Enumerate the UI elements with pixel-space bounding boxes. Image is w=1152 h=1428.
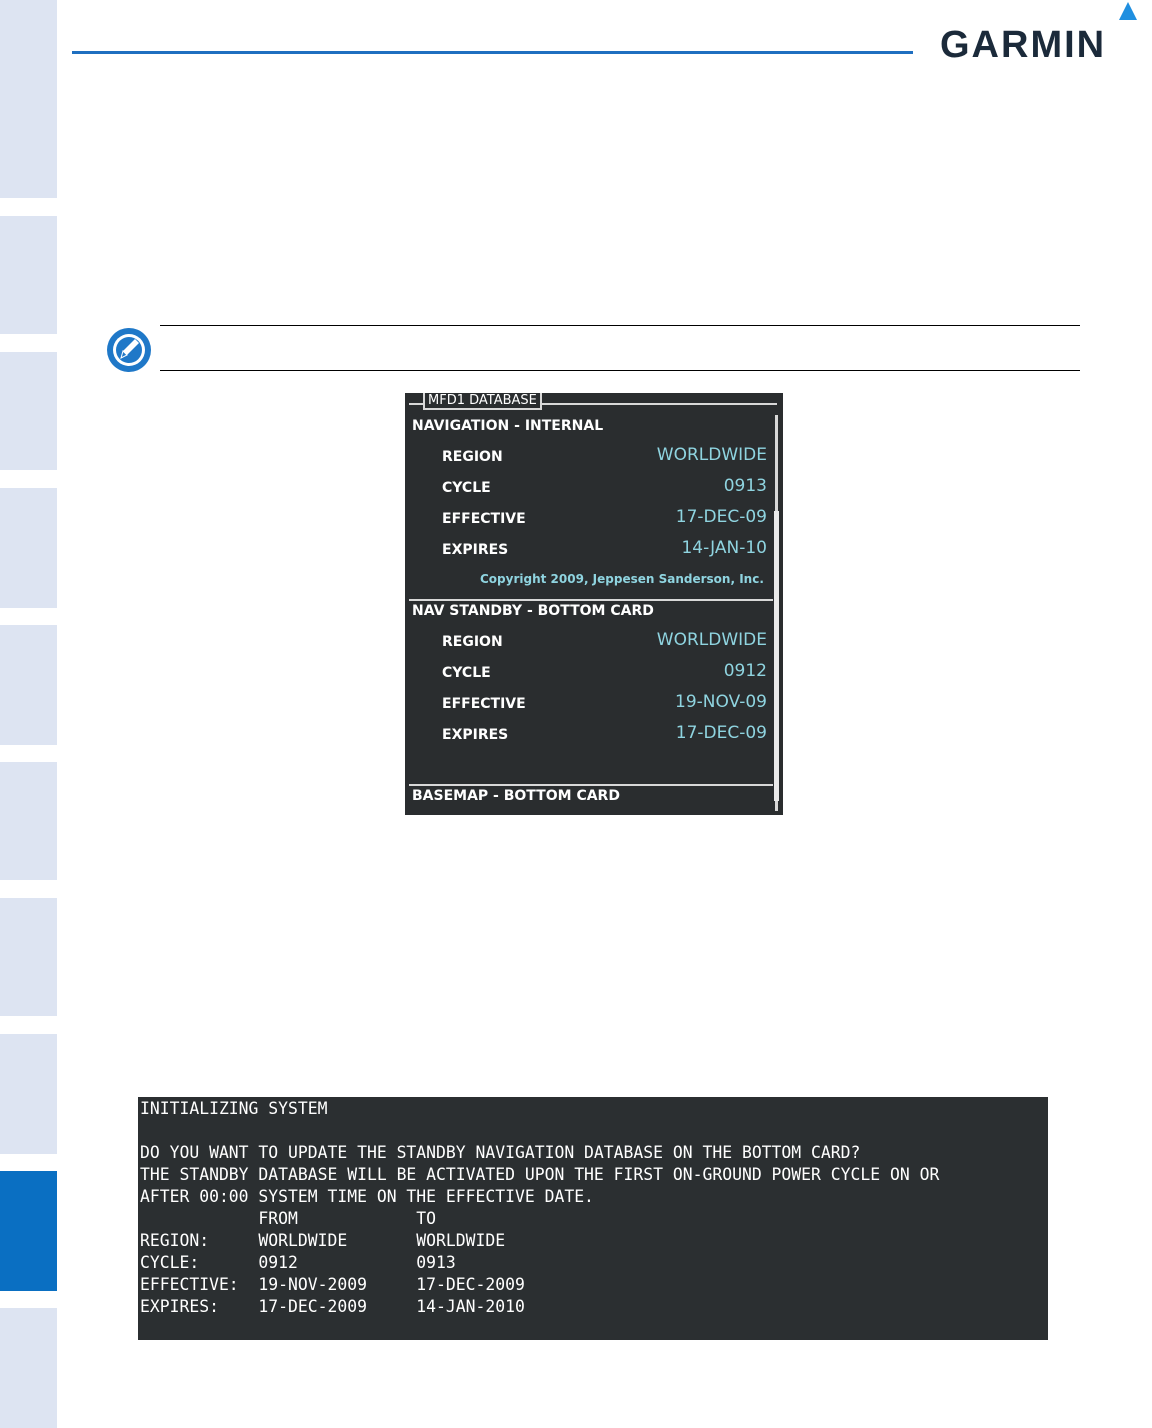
terminal-line: INITIALIZING SYSTEM — [140, 1099, 328, 1118]
row-label-expires: EXPIRES — [442, 542, 509, 558]
side-tab-5[interactable] — [0, 625, 57, 745]
row-value-region: WORLDWIDE — [656, 630, 767, 650]
section-heading-nav-standby: NAV STANDBY - BOTTOM CARD — [412, 603, 654, 619]
panel-title: MFD1 DATABASE — [423, 393, 542, 410]
terminal-line: REGION: WORLDWIDE WORLDWIDE — [140, 1231, 506, 1250]
side-tab-10[interactable] — [0, 1308, 57, 1428]
row-label-expires: EXPIRES — [442, 727, 509, 743]
garmin-logo: GARMIN — [940, 2, 1140, 68]
mfd-database-panel: MFD1 DATABASE NAVIGATION - INTERNAL REGI… — [405, 393, 783, 815]
row-value-expires: 14-JAN-10 — [681, 538, 767, 558]
row-label-cycle: CYCLE — [442, 480, 491, 496]
copyright-text: Copyright 2009, Jeppesen Sanderson, Inc. — [480, 572, 764, 586]
side-tab-7[interactable] — [0, 898, 57, 1016]
side-tab-6[interactable] — [0, 762, 57, 880]
section-separator — [409, 599, 773, 601]
section-heading-navigation-internal: NAVIGATION - INTERNAL — [412, 418, 604, 434]
garmin-triangle-icon — [1119, 2, 1137, 20]
row-value-effective: 17-DEC-09 — [675, 507, 767, 527]
row-value-effective: 19-NOV-09 — [675, 692, 767, 712]
side-tab-strip — [0, 0, 57, 1428]
terminal-line: FROM TO — [140, 1209, 437, 1228]
brand-name: GARMIN — [940, 24, 1107, 66]
side-tab-9-active[interactable] — [0, 1171, 57, 1291]
row-value-cycle: 0912 — [723, 661, 767, 681]
terminal-line: EXPIRES: 17-DEC-2009 14-JAN-2010 — [140, 1297, 525, 1316]
terminal-line: EFFECTIVE: 19-NOV-2009 17-DEC-2009 — [140, 1275, 525, 1294]
row-label-region: REGION — [442, 634, 503, 650]
row-label-region: REGION — [442, 449, 503, 465]
note-pencil-icon — [107, 328, 151, 372]
row-value-cycle: 0913 — [723, 476, 767, 496]
section-heading-basemap: BASEMAP - BOTTOM CARD — [412, 788, 620, 804]
side-tab-2[interactable] — [0, 216, 57, 334]
side-tab-3[interactable] — [0, 352, 57, 470]
terminal-line: DO YOU WANT TO UPDATE THE STANDBY NAVIGA… — [140, 1143, 861, 1162]
row-label-effective: EFFECTIVE — [442, 696, 526, 712]
initializing-system-screen: INITIALIZING SYSTEM DO YOU WANT TO UPDAT… — [138, 1097, 1048, 1340]
row-value-region: WORLDWIDE — [656, 445, 767, 465]
terminal-line: THE STANDBY DATABASE WILL BE ACTIVATED U… — [140, 1165, 940, 1184]
row-label-cycle: CYCLE — [442, 665, 491, 681]
scrollbar-thumb[interactable] — [774, 511, 779, 801]
note-rule-top — [160, 325, 1080, 326]
terminal-line: AFTER 00:00 SYSTEM TIME ON THE EFFECTIVE… — [140, 1187, 594, 1206]
side-tab-1[interactable] — [0, 0, 57, 198]
side-tab-8[interactable] — [0, 1034, 57, 1154]
note-rule-bottom — [160, 370, 1080, 371]
row-value-expires: 17-DEC-09 — [675, 723, 767, 743]
row-label-effective: EFFECTIVE — [442, 511, 526, 527]
section-separator — [409, 784, 773, 786]
header-rule — [72, 51, 913, 54]
terminal-line: CYCLE: 0912 0913 — [140, 1253, 456, 1272]
side-tab-4[interactable] — [0, 488, 57, 608]
